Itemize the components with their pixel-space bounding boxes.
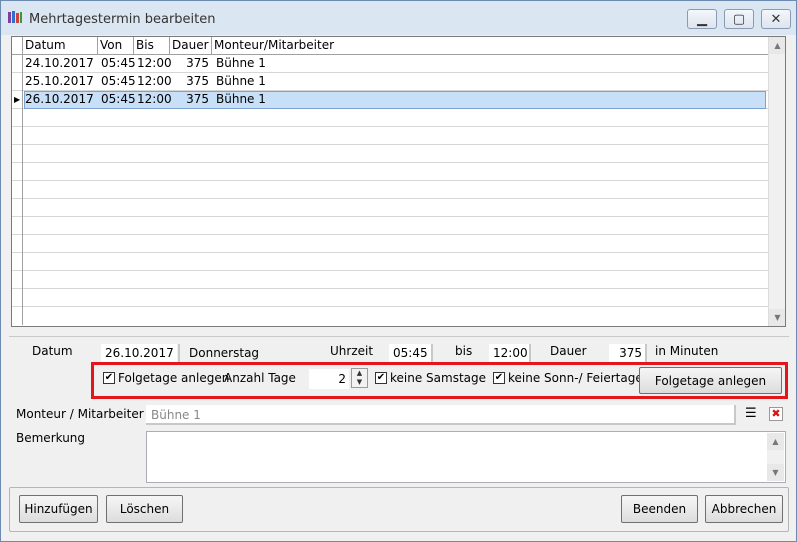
app-icon [8,11,22,23]
loeschen-button[interactable]: Löschen [106,495,183,523]
column-header-datum[interactable]: Datum [23,37,98,54]
check-icon: ✔ [104,372,114,383]
monteur-label: Monteur / Mitarbeiter [16,407,144,421]
folgetage-anlegen-button[interactable]: Folgetage anlegen [639,367,782,394]
cell-datum: 25.10.2017 [25,74,94,88]
current-row-marker-icon: ▶ [12,91,23,109]
maximize-icon: ▢ [732,11,746,27]
grid-header: Datum Von Bis Dauer Monteur/Mitarbeiter [12,37,769,55]
bemerkung-textarea[interactable]: ▲ ▼ [146,431,786,483]
datum-label: Datum [32,344,73,358]
column-header-von[interactable]: Von [98,37,134,54]
scroll-up-icon[interactable]: ▲ [769,37,785,54]
field-separator [645,344,647,362]
scroll-down-icon[interactable]: ▼ [767,464,784,481]
column-header-dauer[interactable]: Dauer [170,37,212,54]
cell-dauer: 375 [186,92,209,106]
folgetage-checkbox[interactable]: ✔ [103,372,115,384]
minuten-label: in Minuten [655,344,719,358]
empty-row[interactable] [12,199,769,217]
scroll-down-icon[interactable]: ▼ [769,309,785,326]
keine-samstage-checkbox[interactable]: ✔ [375,372,387,384]
title-bar: Mehrtagestermin bearbeiten ▁ ▢ ✕ [1,1,796,35]
empty-row[interactable] [12,127,769,145]
bis-label: bis [455,344,473,358]
column-header-monteur[interactable]: Monteur/Mitarbeiter [212,37,512,54]
empty-row[interactable] [12,307,769,325]
divider [9,336,789,337]
keine-sonn-feiertage-checkbox[interactable]: ✔ [493,372,505,384]
cell-datum: 26.10.2017 [25,92,94,106]
field-separator [529,344,531,362]
beenden-button[interactable]: Beenden [621,495,698,523]
dialog-window: Mehrtagestermin bearbeiten ▁ ▢ ✕ Datum V… [0,0,797,542]
keine-samstage-label: keine Samstage [390,371,487,385]
cell-monteur: Bühne 1 [216,56,266,70]
column-header-bis[interactable]: Bis [134,37,170,54]
empty-row[interactable] [12,271,769,289]
delete-icon[interactable]: ✖ [769,407,783,421]
weekday-text: Donnerstag [189,346,260,360]
maximize-button[interactable]: ▢ [724,9,754,29]
empty-row[interactable] [12,181,769,199]
cell-von: 05:45 [101,92,136,106]
field-separator [178,344,180,362]
cell-dauer: 375 [186,74,209,88]
field-separator [431,344,433,362]
empty-row[interactable] [12,217,769,235]
empty-row[interactable] [12,145,769,163]
table-row[interactable]: 25.10.2017 05:45 12:00 375 Bühne 1 [12,73,769,91]
empty-row[interactable] [12,163,769,181]
hinzufuegen-button[interactable]: Hinzufügen [19,495,98,523]
anzahl-tage-spinner[interactable]: ▲ ▼ [351,368,368,388]
datum-field[interactable]: 26.10.2017 [101,344,177,362]
bis-field[interactable]: 12:00 [489,344,529,362]
cell-monteur: Bühne 1 [216,74,266,88]
row-indicator-header [12,37,23,55]
spin-down-icon[interactable]: ▼ [352,378,367,387]
empty-row[interactable] [12,289,769,307]
keine-sonn-feiertage-label: keine Sonn-/ Feiertage [508,371,643,385]
minimize-icon: ▁ [697,11,707,27]
close-icon: ✕ [770,11,782,27]
cell-bis: 12:00 [137,74,172,88]
empty-row[interactable] [12,235,769,253]
dauer-label: Dauer [550,344,587,358]
window-title: Mehrtagestermin bearbeiten [29,12,216,27]
anzahl-tage-label: Anzahl Tage [224,371,296,385]
table-row-selected[interactable]: ▶ 26.10.2017 05:45 12:00 375 Bühne 1 [12,91,769,109]
spin-up-icon[interactable]: ▲ [352,369,367,378]
cell-von: 05:45 [101,74,136,88]
bemerkung-label: Bemerkung [16,431,86,445]
cell-monteur: Bühne 1 [216,92,266,106]
appointments-grid[interactable]: Datum Von Bis Dauer Monteur/Mitarbeiter … [11,36,786,327]
bemerkung-scrollbar[interactable]: ▲ ▼ [767,433,784,481]
grid-scrollbar[interactable]: ▲ ▼ [768,37,785,326]
minimize-button[interactable]: ▁ [687,9,717,29]
close-button[interactable]: ✕ [761,9,791,29]
monteur-field[interactable]: Bühne 1 [146,405,736,425]
uhrzeit-field[interactable]: 05:45 [389,344,431,362]
scroll-up-icon[interactable]: ▲ [767,433,784,450]
empty-row[interactable] [12,109,769,127]
cell-von: 05:45 [101,56,136,70]
anzahl-tage-input[interactable]: 2 [309,369,349,389]
dauer-field[interactable]: 375 [609,344,645,362]
cell-dauer: 375 [186,56,209,70]
folgetage-checkbox-label: Folgetage anlegen [118,371,230,385]
cell-datum: 24.10.2017 [25,56,94,70]
table-row[interactable]: 24.10.2017 05:45 12:00 375 Bühne 1 [12,55,769,73]
cell-bis: 12:00 [137,92,172,106]
check-icon: ✔ [376,372,386,383]
empty-row[interactable] [12,253,769,271]
list-icon[interactable]: ☰ [745,407,759,421]
abbrechen-button[interactable]: Abbrechen [705,495,783,523]
check-icon: ✔ [494,372,504,383]
cell-bis: 12:00 [137,56,172,70]
uhrzeit-label: Uhrzeit [330,344,374,358]
